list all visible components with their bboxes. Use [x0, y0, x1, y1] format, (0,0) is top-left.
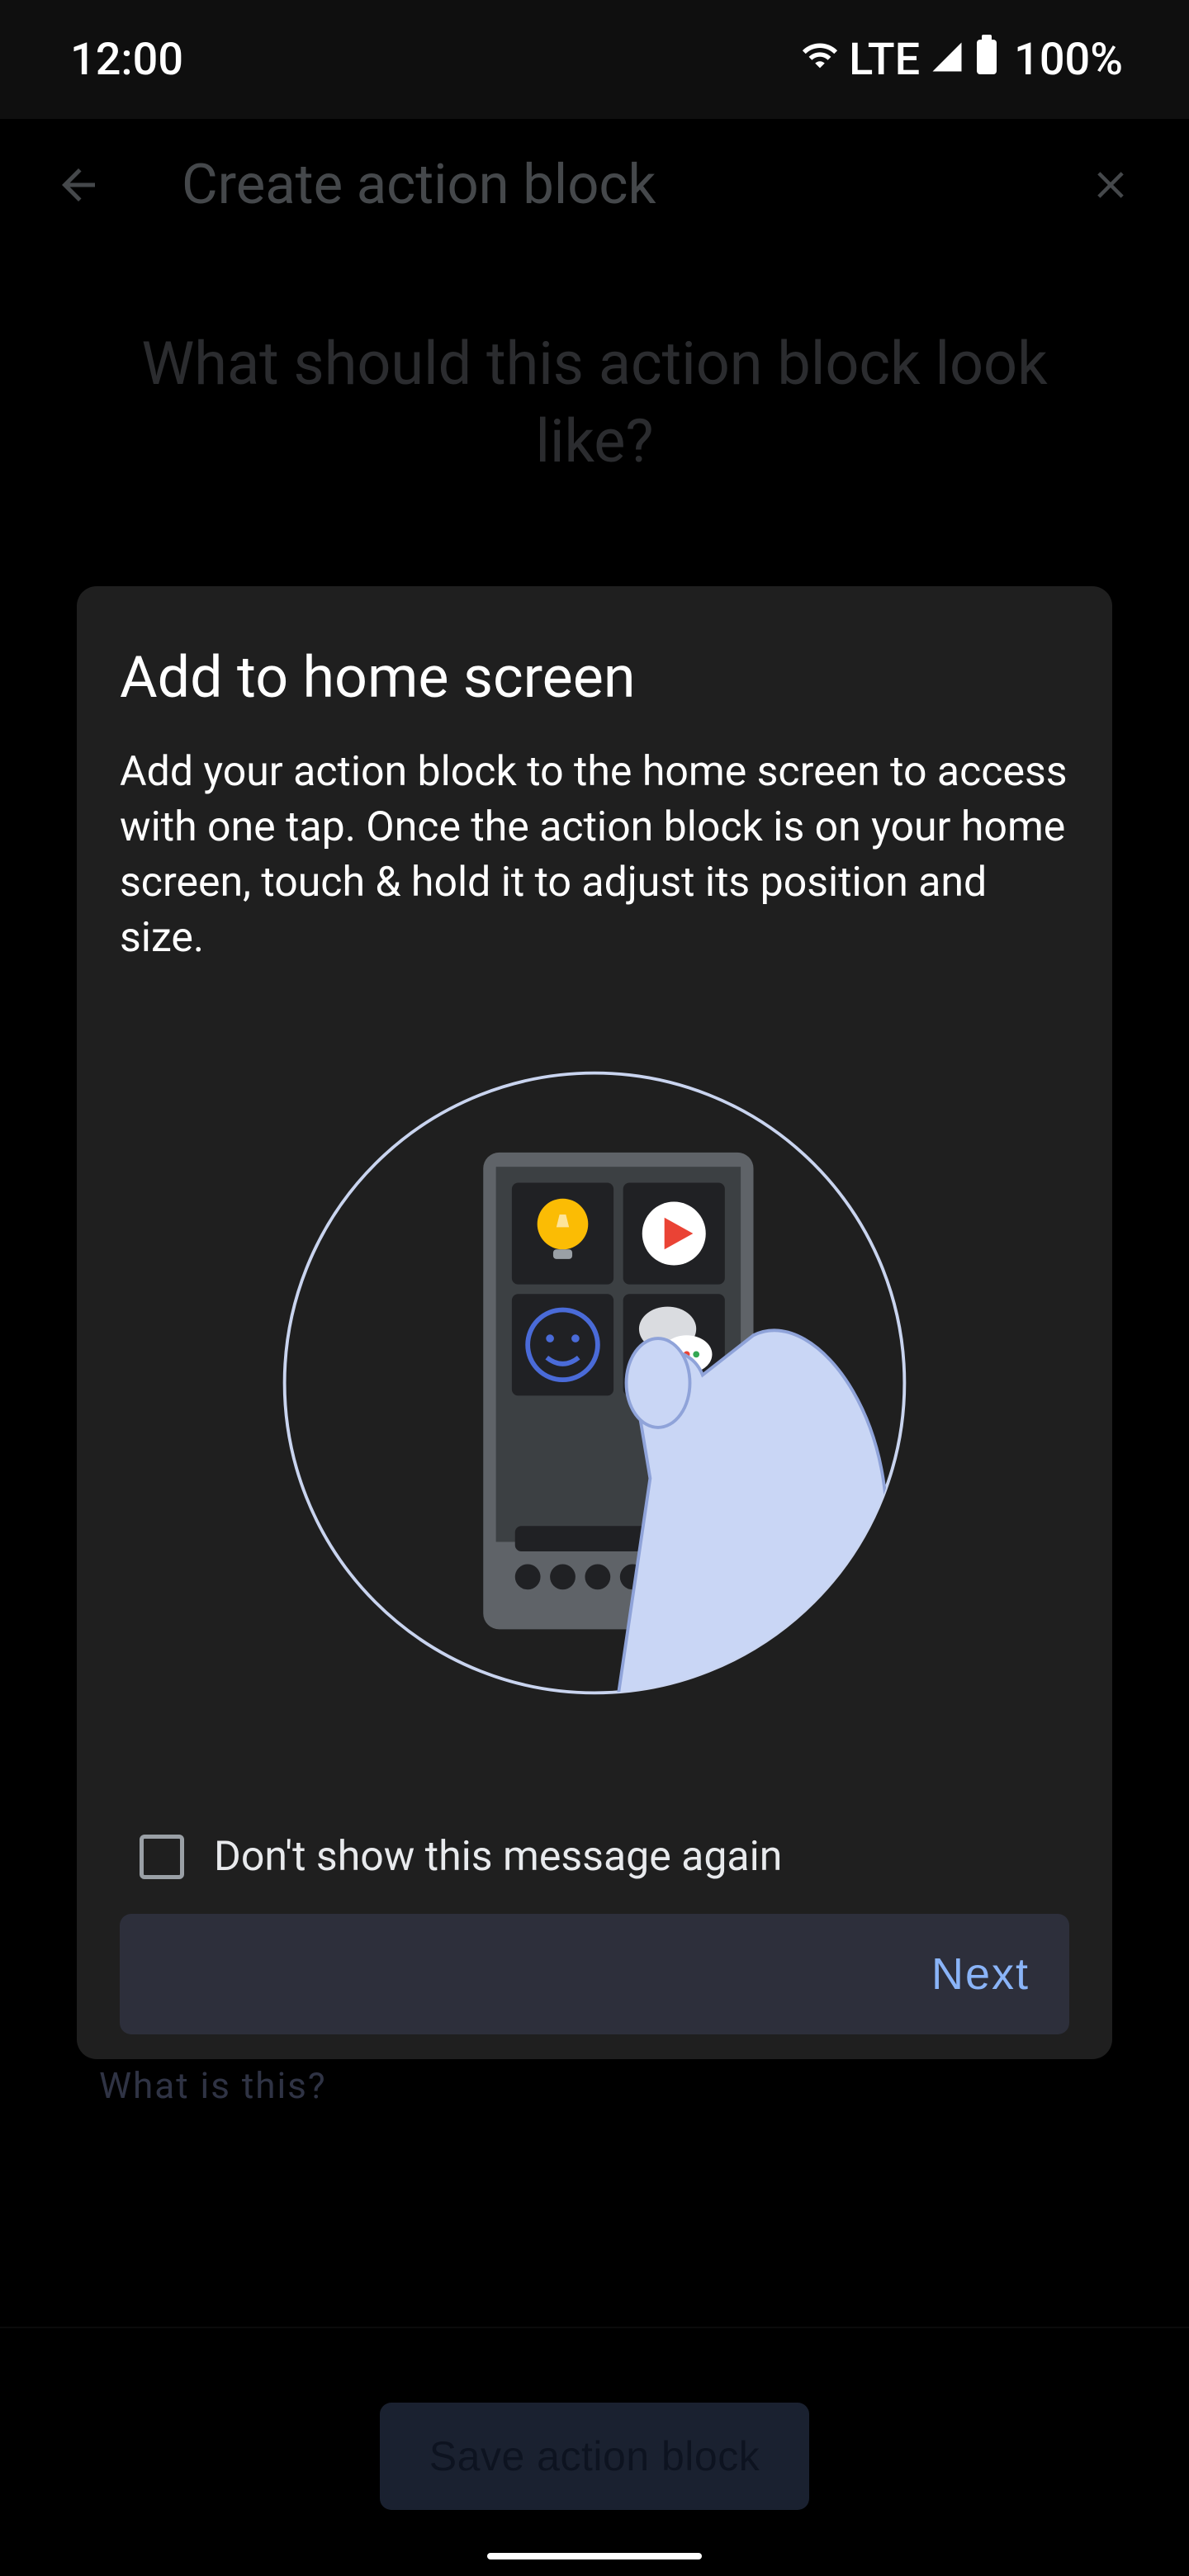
battery-icon: [974, 34, 999, 86]
page-title: What should this action block look like?: [0, 251, 1189, 480]
status-time: 12:00: [70, 34, 183, 86]
status-right: LTE 100%: [801, 34, 1123, 86]
dont-show-again-checkbox[interactable]: [140, 1835, 184, 1879]
dialog-title: Add to home screen: [120, 644, 1069, 712]
signal-icon: [930, 34, 964, 86]
dont-show-again-label: Don't show this message again: [214, 1833, 782, 1881]
what-is-this-link[interactable]: What is this?: [99, 2064, 327, 2107]
close-button[interactable]: [1082, 156, 1139, 214]
page-header-title: Create action block: [182, 153, 1007, 217]
save-action-block-button[interactable]: Save action block: [380, 2403, 809, 2510]
dialog-illustration: [120, 1065, 1069, 1701]
back-button[interactable]: [50, 156, 107, 214]
dont-show-again-row[interactable]: Don't show this message again: [140, 1833, 1069, 1881]
wifi-icon: [801, 34, 839, 86]
next-button[interactable]: Next: [931, 1949, 1030, 2000]
nav-indicator: [487, 2553, 702, 2559]
add-to-home-screen-dialog: Add to home screen Add your action block…: [77, 586, 1112, 2059]
dialog-actions: Next: [120, 1914, 1069, 2034]
bottom-bar: Save action block: [0, 2361, 1189, 2510]
divider: [0, 2327, 1189, 2328]
battery-percent: 100%: [1014, 34, 1123, 86]
network-label: LTE: [849, 34, 920, 86]
status-bar: 12:00 LTE 100%: [0, 0, 1189, 119]
app-header: Create action block: [0, 119, 1189, 251]
dialog-body: Add your action block to the home screen…: [120, 745, 1069, 966]
